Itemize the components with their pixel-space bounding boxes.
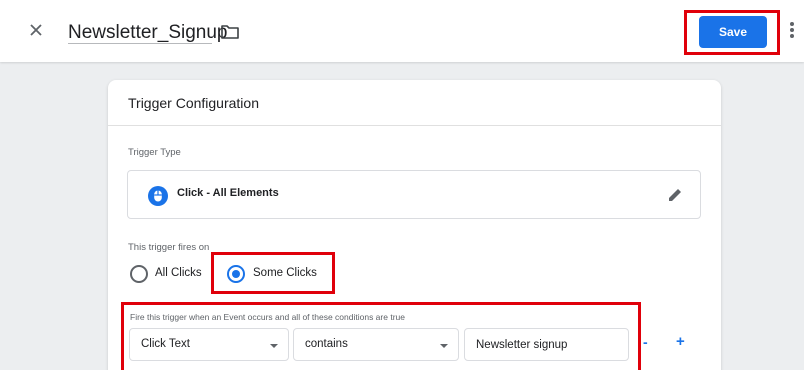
- card-title: Trigger Configuration: [128, 95, 259, 111]
- trigger-type-label: Trigger Type: [128, 147, 181, 158]
- more-vert-icon[interactable]: [789, 21, 795, 41]
- all-clicks-radio[interactable]: [130, 265, 148, 283]
- save-highlight-box: [684, 10, 780, 55]
- edit-pencil-icon[interactable]: [665, 185, 685, 205]
- all-clicks-label[interactable]: All Clicks: [155, 267, 202, 279]
- add-condition-button[interactable]: +: [676, 333, 685, 350]
- title-underline: [68, 43, 212, 44]
- fires-on-label: This trigger fires on: [128, 242, 210, 253]
- remove-condition-button[interactable]: -: [643, 334, 648, 350]
- conditions-highlight-box: [121, 302, 641, 370]
- trigger-type-selector[interactable]: Click - All Elements: [127, 170, 701, 219]
- close-icon[interactable]: [26, 20, 46, 40]
- container-title[interactable]: Newsletter_Signup: [68, 21, 227, 45]
- folder-icon[interactable]: [220, 23, 240, 41]
- trigger-type-name: Click - All Elements: [177, 187, 279, 199]
- mouse-icon: [148, 186, 168, 206]
- card-header: Trigger Configuration: [108, 80, 721, 126]
- some-clicks-highlight-box: [211, 252, 335, 294]
